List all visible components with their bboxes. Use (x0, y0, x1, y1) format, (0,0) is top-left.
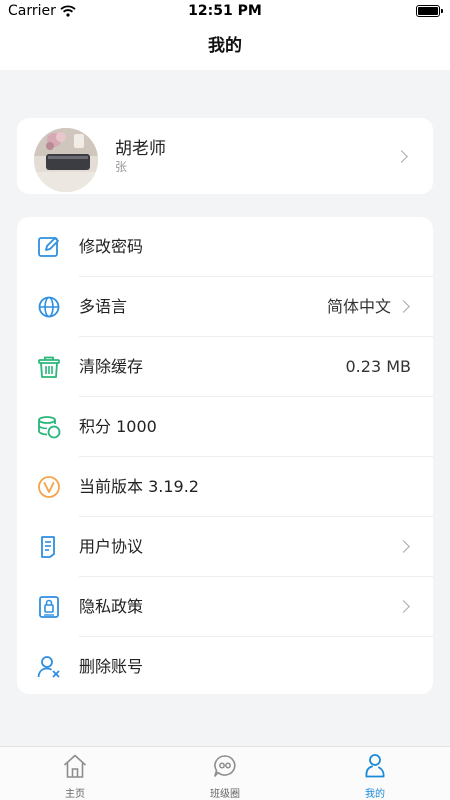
menu-item-user-agreement[interactable]: 用户协议 (17, 517, 433, 577)
edit-icon (38, 237, 59, 257)
delete-user-icon (37, 656, 60, 678)
menu-item-label: 积分 1000 (79, 417, 157, 436)
privacy-icon (39, 596, 59, 618)
menu-item-version: 当前版本 3.19.2 (17, 457, 433, 517)
chevron-right-icon (397, 600, 410, 613)
clock: 12:51 PM (188, 3, 262, 19)
menu-item-privacy-policy[interactable]: 隐私政策 (17, 577, 433, 637)
profile-card[interactable]: 胡老师 张 (17, 118, 433, 194)
menu-item-delete-account[interactable]: 删除账号 (17, 637, 433, 697)
profile-subtitle: 张 (115, 160, 128, 174)
document-icon (41, 536, 55, 558)
tab-label: 我的 (365, 789, 385, 800)
menu-item-label: 多语言 (79, 297, 128, 316)
home-icon (63, 754, 87, 778)
profile-icon (365, 754, 385, 778)
settings-menu: 修改密码 多语言 简体中文 清除缓存 0.23 MB 积分 1000 当前版本 … (17, 217, 433, 694)
tab-label: 班级圈 (210, 789, 240, 800)
language-value: 简体中文 (326, 297, 391, 316)
trash-icon (38, 356, 60, 378)
menu-item-label: 修改密码 (79, 237, 144, 256)
chat-icon (214, 755, 236, 777)
menu-item-label: 隐私政策 (79, 597, 144, 616)
coins-icon (38, 416, 61, 439)
version-icon (38, 476, 60, 498)
chevron-right-icon (395, 150, 408, 163)
status-bar: Carrier 12:51 PM (0, 0, 450, 24)
menu-item-label: 当前版本 3.19.2 (79, 477, 199, 496)
cache-size-value: 0.23 MB (345, 357, 412, 376)
tab-class-circle[interactable]: 班级圈 (175, 747, 275, 800)
menu-item-label: 用户协议 (79, 537, 144, 556)
menu-item-points: 积分 1000 (17, 397, 433, 457)
battery-icon (416, 5, 443, 17)
avatar (34, 128, 98, 192)
menu-item-change-password[interactable]: 修改密码 (17, 217, 433, 277)
chevron-right-icon (397, 300, 410, 313)
chevron-right-icon (397, 540, 410, 553)
tab-bar: 主页 班级圈 我的 (0, 746, 450, 800)
menu-item-clear-cache[interactable]: 清除缓存 0.23 MB (17, 337, 433, 397)
profile-name: 胡老师 (115, 139, 166, 159)
nav-bar: 我的 (0, 24, 450, 70)
menu-item-label: 清除缓存 (79, 357, 144, 376)
tab-home[interactable]: 主页 (25, 747, 125, 800)
tab-label: 主页 (65, 789, 85, 800)
menu-item-language[interactable]: 多语言 简体中文 (17, 277, 433, 337)
menu-item-label: 删除账号 (79, 657, 144, 676)
tab-mine[interactable]: 我的 (325, 747, 425, 800)
globe-icon (38, 296, 60, 318)
page-title: 我的 (208, 36, 242, 56)
